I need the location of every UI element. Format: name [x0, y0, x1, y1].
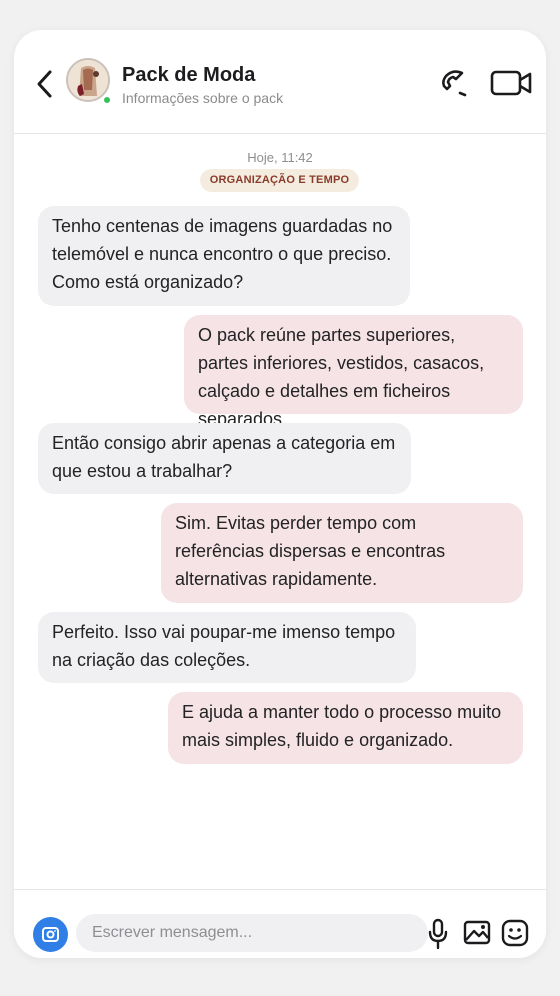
chat-window: Pack de Moda Informações sobre o pack Ho…: [14, 30, 546, 958]
message-bubble-outgoing: O pack reúne partes superiores, partes i…: [184, 315, 523, 429]
online-status-dot: [102, 95, 112, 105]
camera-icon: [42, 927, 59, 942]
call-button[interactable]: [438, 66, 470, 98]
chevron-left-icon: [37, 70, 52, 98]
phone-icon: [442, 70, 467, 97]
emoji-button[interactable]: [500, 918, 530, 948]
image-icon: [463, 920, 491, 945]
message-bubble-incoming: Tenho centenas de imagens guardadas no t…: [38, 206, 410, 306]
message-bubble-incoming: Então consigo abrir apenas a categoria e…: [38, 423, 411, 494]
smiley-icon: [501, 919, 529, 947]
chat-header: Pack de Moda Informações sobre o pack: [14, 30, 546, 134]
contact-name[interactable]: Pack de Moda: [122, 64, 255, 87]
camera-button[interactable]: [33, 917, 68, 952]
gallery-button[interactable]: [462, 918, 492, 948]
microphone-button[interactable]: [426, 917, 450, 953]
video-camera-icon: [490, 70, 532, 96]
message-bubble-outgoing: Sim. Evitas perder tempo com referências…: [161, 503, 523, 603]
back-button[interactable]: [34, 68, 56, 100]
chat-timestamp: Hoje, 11:42: [247, 150, 313, 165]
microphone-icon: [428, 918, 448, 950]
message-composer: [14, 889, 546, 958]
video-call-button[interactable]: [490, 68, 534, 98]
topic-badge: ORGANIZAÇÃO E TEMPO: [200, 169, 359, 192]
message-bubble-outgoing: E ajuda a manter todo o processo muito m…: [168, 692, 523, 764]
message-bubble-incoming: Perfeito. Isso vai poupar-me imenso temp…: [38, 612, 416, 683]
message-input[interactable]: [76, 914, 428, 952]
contact-avatar[interactable]: [66, 58, 112, 105]
contact-info-link[interactable]: Informações sobre o pack: [122, 90, 283, 106]
